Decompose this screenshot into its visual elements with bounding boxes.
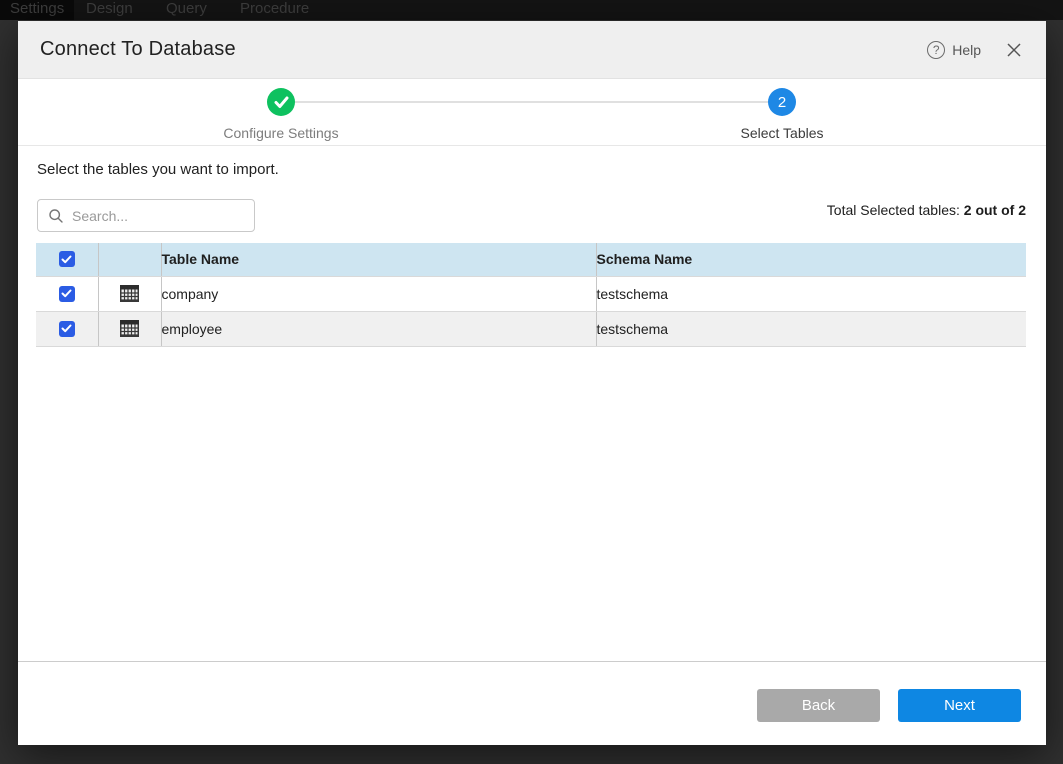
step-number-indicator: 2 xyxy=(768,88,796,116)
total-selected-value: 2 out of 2 xyxy=(964,202,1026,218)
column-header-table-name: Table Name xyxy=(161,243,596,276)
back-button[interactable]: Back xyxy=(757,689,880,722)
schema-name-cell: testschema xyxy=(596,311,1026,346)
tables-list: Table Name Schema Name xyxy=(36,243,1026,347)
menu-item-query[interactable]: Query xyxy=(166,0,207,20)
total-selected-tables: Total Selected tables: 2 out of 2 xyxy=(827,200,1026,220)
instruction-text: Select the tables you want to import. xyxy=(37,161,279,178)
help-icon: ? xyxy=(927,41,945,59)
check-icon xyxy=(61,255,72,264)
dialog-title: Connect To Database xyxy=(40,38,236,61)
background-menubar: Settings Design Query Procedure xyxy=(0,0,1063,20)
wizard-stepper: Configure Settings 2 Select Tables xyxy=(18,79,1046,146)
column-header-schema-name: Schema Name xyxy=(596,243,1026,276)
step-label: Configure Settings xyxy=(181,125,381,141)
select-all-checkbox[interactable] xyxy=(59,251,75,267)
step-configure-settings: Configure Settings xyxy=(181,79,381,141)
dialog-header-actions: ? Help xyxy=(927,21,1023,79)
table-name-cell: company xyxy=(161,276,596,311)
menu-item-procedure[interactable]: Procedure xyxy=(240,0,309,20)
table-icon xyxy=(120,320,139,337)
step-label: Select Tables xyxy=(682,125,882,141)
step-complete-indicator xyxy=(267,88,295,116)
close-icon xyxy=(1006,42,1022,58)
search-box xyxy=(37,199,255,232)
next-button[interactable]: Next xyxy=(898,689,1021,722)
total-selected-label: Total Selected tables: xyxy=(827,202,960,218)
menu-item-design[interactable]: Design xyxy=(86,0,133,20)
table-header-row: Table Name Schema Name xyxy=(36,243,1026,276)
check-icon xyxy=(61,289,72,298)
search-icon xyxy=(48,208,64,224)
checkmark-icon xyxy=(274,96,289,109)
table-icon xyxy=(120,285,139,302)
schema-name-cell: testschema xyxy=(596,276,1026,311)
help-label: Help xyxy=(952,42,981,58)
help-button[interactable]: ? Help xyxy=(927,41,981,59)
step-select-tables: 2 Select Tables xyxy=(682,79,882,141)
dialog-footer: Back Next xyxy=(18,661,1046,745)
dialog-header: Connect To Database ? Help xyxy=(18,21,1046,79)
table-row[interactable]: company testschema xyxy=(36,276,1026,311)
row-checkbox[interactable] xyxy=(59,321,75,337)
connect-to-database-dialog: Connect To Database ? Help Configure Set xyxy=(18,21,1046,745)
check-icon xyxy=(61,324,72,333)
close-button[interactable] xyxy=(1005,41,1023,59)
table-row[interactable]: employee testschema xyxy=(36,311,1026,346)
search-input[interactable] xyxy=(72,208,254,224)
row-checkbox[interactable] xyxy=(59,286,75,302)
table-name-cell: employee xyxy=(161,311,596,346)
menu-item-settings[interactable]: Settings xyxy=(0,0,74,20)
